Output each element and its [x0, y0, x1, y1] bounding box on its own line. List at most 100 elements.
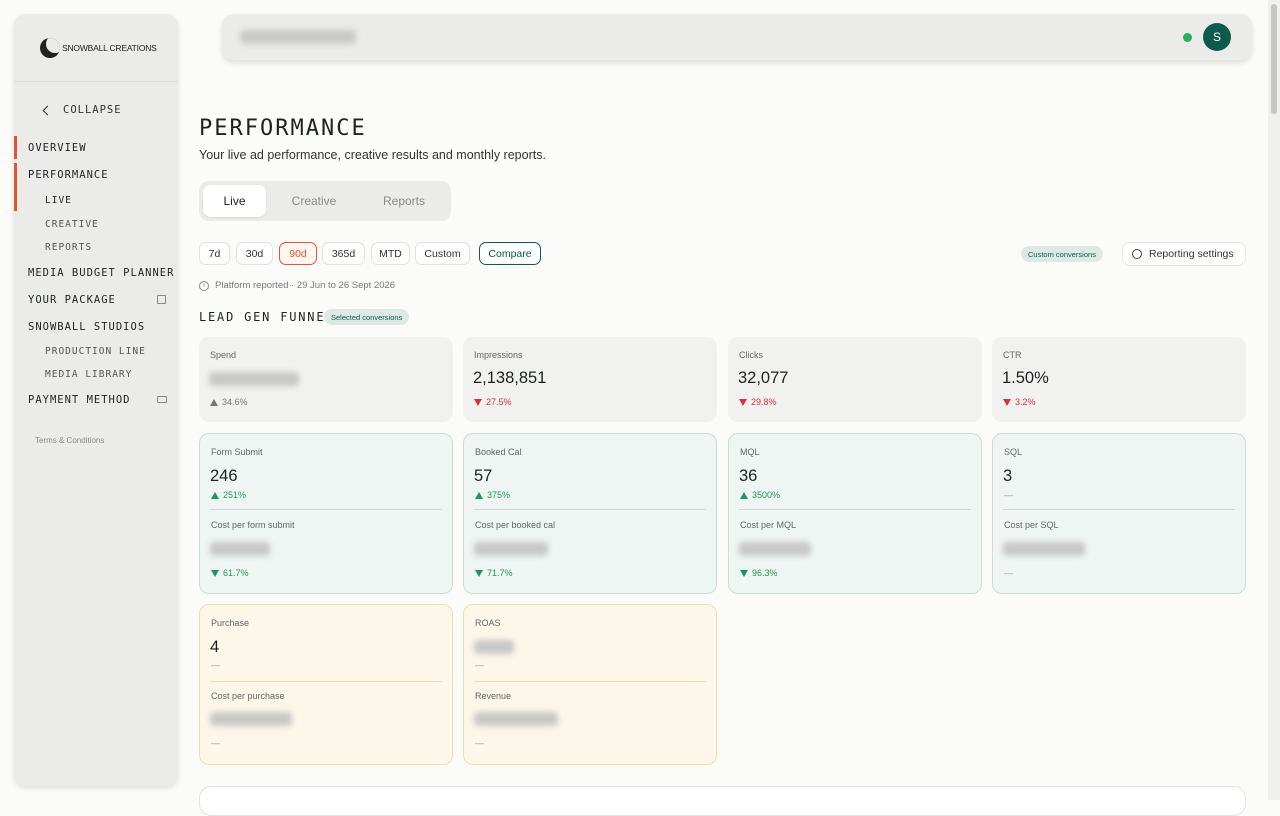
cost-label: Revenue — [475, 691, 512, 701]
nav-marker-overview — [14, 136, 17, 159]
range-7d-button[interactable]: 7d — [199, 242, 230, 265]
gear-icon — [1132, 249, 1142, 259]
cost-change: — — [1004, 568, 1013, 578]
user-avatar[interactable]: S — [1203, 23, 1231, 51]
page-title: PERFORMANCE — [199, 116, 367, 141]
metric-value: 246 — [210, 467, 238, 485]
metric-card-sql[interactable]: SQL 3 — Cost per SQL — — [992, 433, 1246, 594]
range-custom-button[interactable]: Custom — [415, 242, 470, 265]
cost-value-redacted — [1003, 542, 1085, 556]
metric-change: — — [1004, 490, 1013, 500]
triangle-down-icon — [475, 569, 483, 577]
metric-card-spend[interactable]: Spend 34.6% — [199, 337, 453, 422]
cost-change: 71.7% — [475, 568, 513, 578]
sidebar-item-media-budget-planner[interactable]: MEDIA BUDGET PLANNER — [28, 267, 174, 279]
metric-card-mql[interactable]: MQL 36 3500% Cost per MQL 96.3% — [728, 433, 982, 594]
card-divider — [739, 509, 971, 510]
external-link-icon — [157, 295, 166, 304]
triangle-up-icon — [211, 491, 219, 499]
cost-label: Cost per booked cal — [475, 520, 556, 530]
metric-change-value: 3500% — [752, 490, 781, 500]
range-365d-button[interactable]: 365d — [322, 242, 365, 265]
metric-label: SQL — [1004, 447, 1023, 457]
range-mtd-button[interactable]: MTD — [371, 242, 410, 265]
sidebar-item-live[interactable]: LIVE — [45, 195, 72, 206]
sidebar-item-your-package[interactable]: YOUR PACKAGE — [28, 294, 116, 306]
brand-logo[interactable]: SNOWBALL CREATIONS — [14, 14, 178, 82]
cost-change: 96.3% — [740, 568, 778, 578]
metric-value: 36 — [739, 467, 758, 485]
triangle-down-icon — [474, 398, 482, 406]
sidebar-item-production-line[interactable]: PRODUCTION LINE — [45, 346, 146, 357]
cost-value-redacted — [739, 542, 811, 556]
sidebar-item-payment-method[interactable]: PAYMENT METHOD — [28, 394, 131, 406]
reporting-settings-button[interactable]: Reporting settings — [1122, 242, 1246, 266]
metric-card-purchase[interactable]: Purchase 4 — Cost per purchase — — [199, 604, 453, 765]
cost-label: Cost per SQL — [1004, 520, 1059, 530]
tab-live[interactable]: Live — [203, 185, 266, 217]
cost-value-redacted — [474, 712, 558, 726]
metric-value-redacted — [474, 640, 514, 654]
page-subtitle: Your live ad performance, creative resul… — [199, 148, 546, 162]
metric-change-value: 251% — [223, 490, 247, 500]
metric-change-value: 29.8% — [751, 397, 777, 407]
sidebar-item-snowball-studios[interactable]: SNOWBALL STUDIOS — [28, 321, 145, 333]
terms-link[interactable]: Terms & Conditions — [35, 436, 104, 445]
metric-change-value: 3.2% — [1015, 397, 1036, 407]
selected-conversions-badge[interactable]: Selected conversions — [324, 309, 410, 325]
metric-change-value: — — [475, 660, 484, 670]
sidebar-item-creative[interactable]: CREATIVE — [45, 219, 99, 230]
cost-change-value: 71.7% — [487, 568, 513, 578]
metric-label: ROAS — [475, 618, 501, 628]
cost-change: — — [211, 738, 220, 748]
metric-card-impressions[interactable]: Impressions 2,138,851 27.5% — [463, 337, 717, 422]
triangle-up-icon — [475, 491, 483, 499]
custom-conversions-badge[interactable]: Custom conversions — [1021, 246, 1103, 262]
metric-card-ctr[interactable]: CTR 1.50% 3.2% — [992, 337, 1246, 422]
range-90d-button[interactable]: 90d — [279, 242, 317, 265]
cost-value-redacted — [210, 542, 270, 556]
metric-value: 3 — [1003, 467, 1013, 485]
metric-label: Impressions — [474, 350, 523, 360]
metric-change-value: — — [1004, 490, 1013, 500]
card-divider — [210, 681, 442, 682]
triangle-down-icon — [1003, 398, 1011, 406]
metric-change: 34.6% — [210, 397, 248, 407]
collapse-button[interactable]: COLLAPSE — [42, 104, 122, 116]
sidebar-item-reports[interactable]: REPORTS — [45, 242, 92, 253]
metric-change: 3500% — [740, 490, 780, 500]
range-30d-button[interactable]: 30d — [236, 242, 273, 265]
metric-card-clicks[interactable]: Clicks 32,077 29.8% — [728, 337, 982, 422]
card-divider — [210, 509, 442, 510]
cost-label: Cost per purchase — [211, 691, 285, 701]
sidebar-item-performance[interactable]: PERFORMANCE — [28, 169, 109, 181]
cost-label: Cost per MQL — [740, 520, 797, 530]
greeting-redacted — [240, 30, 356, 44]
triangle-up-icon — [740, 491, 748, 499]
metric-card-booked-cal[interactable]: Booked Cal 57 375% Cost per booked cal 7… — [463, 433, 717, 594]
sidebar-item-media-library[interactable]: MEDIA LIBRARY — [45, 369, 132, 380]
metric-card-roas[interactable]: ROAS — Revenue — — [463, 604, 717, 765]
metric-card-form-submit[interactable]: Form Submit 246 251% Cost per form submi… — [199, 433, 453, 594]
compare-button[interactable]: Compare — [479, 242, 541, 265]
metric-change-value: 34.6% — [222, 397, 248, 407]
scrollbar-thumb[interactable] — [1271, 4, 1277, 114]
card-divider — [474, 509, 706, 510]
cost-change-value: — — [211, 738, 220, 748]
card-divider — [1003, 509, 1235, 510]
metric-value: 2,138,851 — [473, 369, 547, 387]
metric-change-value: 27.5% — [486, 397, 512, 407]
credit-card-icon — [157, 396, 167, 403]
tab-creative[interactable]: Creative — [271, 185, 357, 217]
page-scrollbar[interactable] — [1268, 0, 1280, 800]
next-section-card — [199, 786, 1246, 816]
cost-value-redacted — [474, 542, 548, 556]
cost-change-value: — — [475, 738, 484, 748]
tab-reports[interactable]: Reports — [361, 185, 447, 217]
funnel-title: LEAD GEN FUNNEL — [199, 310, 335, 324]
online-status-icon — [1183, 33, 1192, 42]
metric-change-value: 375% — [487, 490, 511, 500]
sidebar-item-overview[interactable]: OVERVIEW — [28, 142, 87, 154]
collapse-label: COLLAPSE — [63, 104, 122, 116]
triangle-up-icon — [210, 398, 218, 406]
